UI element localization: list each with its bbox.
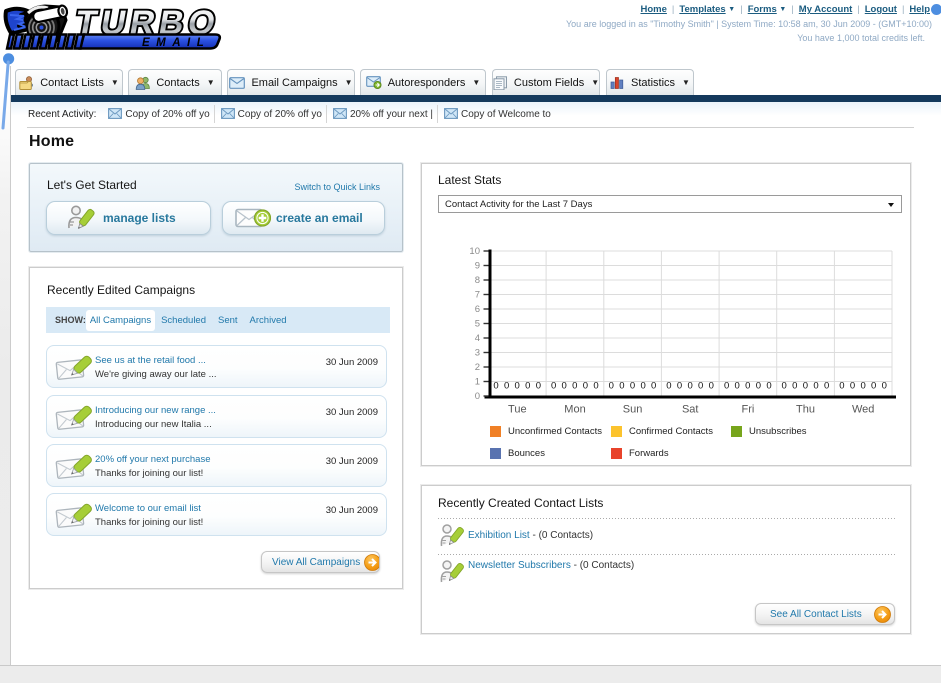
svg-text:0: 0 xyxy=(709,381,714,392)
svg-text:0: 0 xyxy=(572,381,577,392)
svg-text:0: 0 xyxy=(475,391,480,402)
svg-text:0: 0 xyxy=(824,381,829,392)
svg-text:Sat: Sat xyxy=(682,404,699,416)
svg-text:8: 8 xyxy=(475,275,480,286)
svg-text:0: 0 xyxy=(609,381,614,392)
svg-text:0: 0 xyxy=(525,381,530,392)
svg-text:Mon: Mon xyxy=(564,404,585,416)
svg-text:0: 0 xyxy=(666,381,671,392)
svg-text:0: 0 xyxy=(803,381,808,392)
svg-text:0: 0 xyxy=(630,381,635,392)
svg-text:1: 1 xyxy=(475,377,480,388)
svg-text:9: 9 xyxy=(475,261,480,272)
svg-text:0: 0 xyxy=(756,381,761,392)
svg-text:2: 2 xyxy=(475,362,480,373)
svg-text:0: 0 xyxy=(551,381,556,392)
svg-text:7: 7 xyxy=(475,290,480,301)
svg-text:Wed: Wed xyxy=(852,404,874,416)
svg-text:0: 0 xyxy=(640,381,645,392)
svg-text:0: 0 xyxy=(698,381,703,392)
svg-text:5: 5 xyxy=(475,319,480,330)
svg-text:0: 0 xyxy=(860,381,865,392)
svg-text:0: 0 xyxy=(745,381,750,392)
svg-text:Sun: Sun xyxy=(623,404,643,416)
svg-text:4: 4 xyxy=(475,333,480,344)
svg-text:EMAIL: EMAIL xyxy=(142,37,210,49)
svg-text:Tue: Tue xyxy=(508,404,527,416)
svg-text:Fri: Fri xyxy=(741,404,754,416)
svg-text:0: 0 xyxy=(850,381,855,392)
svg-text:0: 0 xyxy=(735,381,740,392)
svg-text:10: 10 xyxy=(469,246,480,257)
svg-text:Thu: Thu xyxy=(796,404,815,416)
svg-text:0: 0 xyxy=(813,381,818,392)
svg-text:0: 0 xyxy=(677,381,682,392)
svg-text:3: 3 xyxy=(475,348,480,359)
svg-text:0: 0 xyxy=(619,381,624,392)
svg-text:0: 0 xyxy=(871,381,876,392)
svg-text:0: 0 xyxy=(536,381,541,392)
svg-text:0: 0 xyxy=(651,381,656,392)
svg-text:0: 0 xyxy=(583,381,588,392)
svg-text:6: 6 xyxy=(475,304,480,315)
svg-text:0: 0 xyxy=(782,381,787,392)
svg-text:0: 0 xyxy=(687,381,692,392)
svg-text:0: 0 xyxy=(504,381,509,392)
svg-text:0: 0 xyxy=(792,381,797,392)
svg-text:0: 0 xyxy=(515,381,520,392)
svg-text:0: 0 xyxy=(882,381,887,392)
svg-text:0: 0 xyxy=(562,381,567,392)
svg-text:0: 0 xyxy=(724,381,729,392)
svg-text:0: 0 xyxy=(493,381,498,392)
svg-text:0: 0 xyxy=(593,381,598,392)
svg-text:0: 0 xyxy=(766,381,771,392)
svg-text:0: 0 xyxy=(839,381,844,392)
